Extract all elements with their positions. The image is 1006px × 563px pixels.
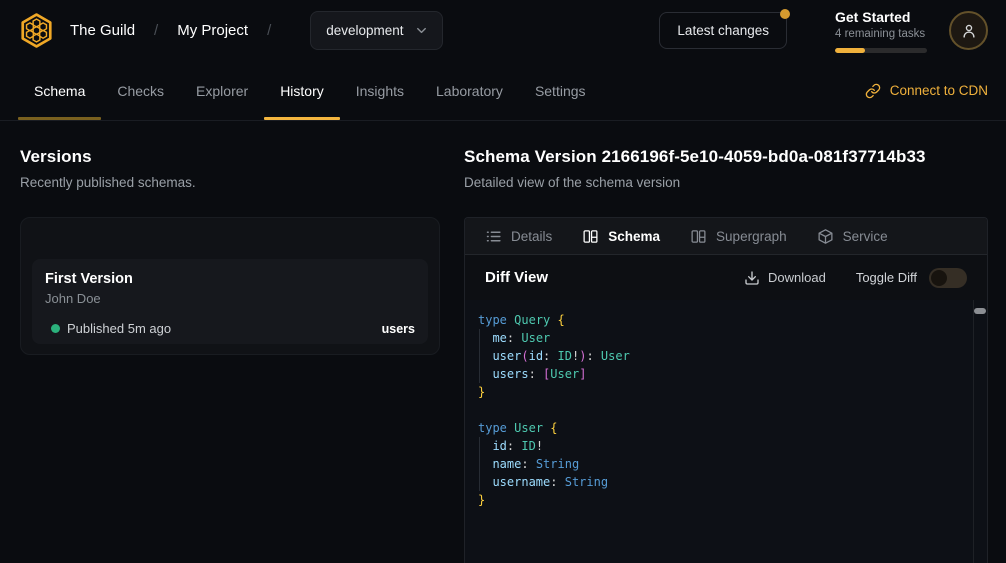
versions-title: Versions <box>20 147 440 167</box>
main-content: Versions Recently published schemas. Fir… <box>0 121 1006 563</box>
detail-tab-schema[interactable]: Schema <box>582 228 660 245</box>
target-selector-value: development <box>326 23 403 38</box>
scrollbar-track[interactable] <box>973 300 987 563</box>
detail-tabs: Details Schema Supergraph <box>465 218 987 255</box>
get-started-progressbar <box>835 48 927 53</box>
toggle-diff-control: Toggle Diff <box>856 268 967 288</box>
version-detail-subtitle: Detailed view of the schema version <box>464 175 988 190</box>
toggle-diff-switch[interactable] <box>929 268 967 288</box>
progress-fill <box>835 48 865 53</box>
nav-tabs: Schema Checks Explorer History Insights … <box>18 61 602 120</box>
detail-tab-details[interactable]: Details <box>485 228 552 245</box>
code-line: type Query { <box>478 311 971 329</box>
breadcrumb-separator: / <box>267 22 271 39</box>
cube-icon <box>817 228 834 245</box>
version-list-item[interactable]: First Version John Doe Published 5m ago … <box>32 259 428 344</box>
code-block: type Query { me: User user(id: ID!): Use… <box>478 311 971 509</box>
notification-dot <box>780 9 790 19</box>
hive-logo-icon[interactable] <box>18 12 55 49</box>
connect-to-cdn-label: Connect to CDN <box>890 83 988 98</box>
get-started-title: Get Started <box>835 9 927 25</box>
code-line: username: String <box>478 473 971 491</box>
connect-to-cdn-button[interactable]: Connect to CDN <box>865 61 988 120</box>
code-line: name: String <box>478 455 971 473</box>
detail-tab-supergraph[interactable]: Supergraph <box>690 228 787 245</box>
toggle-diff-label: Toggle Diff <box>856 270 917 285</box>
chevron-down-icon <box>414 23 429 38</box>
download-icon <box>744 270 760 286</box>
get-started-subtitle: 4 remaining tasks <box>835 28 927 40</box>
nav-tab-history[interactable]: History <box>264 61 340 120</box>
code-line: user(id: ID!): User <box>478 347 971 365</box>
nav-tab-schema[interactable]: Schema <box>18 61 101 120</box>
user-menu-button[interactable] <box>949 11 988 50</box>
breadcrumb-separator: / <box>154 22 158 39</box>
code-line: } <box>478 383 971 401</box>
version-name: First Version <box>45 271 415 287</box>
nav-tab-insights[interactable]: Insights <box>340 61 420 120</box>
app-header: The Guild / My Project / development Lat… <box>0 0 1006 61</box>
get-started-widget[interactable]: Get Started 4 remaining tasks <box>835 9 927 53</box>
version-detail-panel: Details Schema Supergraph <box>464 217 988 563</box>
tab-underline <box>264 117 340 120</box>
scrollbar-thumb[interactable] <box>974 308 986 314</box>
toggle-knob <box>931 270 947 286</box>
diff-view-title: Diff View <box>485 269 744 286</box>
version-detail-column: Schema Version 2166196f-5e10-4059-bd0a-0… <box>464 147 988 563</box>
latest-changes-button[interactable]: Latest changes <box>659 12 787 49</box>
tab-underline <box>18 117 101 120</box>
user-icon <box>960 22 978 40</box>
code-line: } <box>478 491 971 509</box>
published-status-dot <box>51 324 60 333</box>
versions-card: First Version John Doe Published 5m ago … <box>20 217 440 355</box>
list-icon <box>485 228 502 245</box>
published-status-text: Published 5m ago <box>67 321 382 336</box>
versions-subtitle: Recently published schemas. <box>20 175 440 190</box>
code-line: users: [User] <box>478 365 971 383</box>
version-meta-row: Published 5m ago users <box>45 321 415 336</box>
code-line: id: ID! <box>478 437 971 455</box>
nav-tab-laboratory[interactable]: Laboratory <box>420 61 519 120</box>
breadcrumb-org[interactable]: The Guild <box>70 22 135 39</box>
link-icon <box>865 83 881 99</box>
code-line: me: User <box>478 329 971 347</box>
download-label: Download <box>768 270 826 285</box>
columns-icon <box>582 228 599 245</box>
nav-tab-settings[interactable]: Settings <box>519 61 602 120</box>
schema-code-viewer: type Query { me: User user(id: ID!): Use… <box>465 300 987 563</box>
latest-changes-label: Latest changes <box>677 23 769 38</box>
breadcrumb-project[interactable]: My Project <box>177 22 248 39</box>
target-selector[interactable]: development <box>310 11 442 50</box>
code-line: type User { <box>478 419 971 437</box>
target-nav: Schema Checks Explorer History Insights … <box>0 61 1006 121</box>
detail-tab-service[interactable]: Service <box>817 228 888 245</box>
version-author: John Doe <box>45 291 415 306</box>
version-detail-title: Schema Version 2166196f-5e10-4059-bd0a-0… <box>464 147 988 167</box>
columns-icon <box>690 228 707 245</box>
download-button[interactable]: Download <box>744 270 826 286</box>
nav-tab-explorer[interactable]: Explorer <box>180 61 264 120</box>
diff-toolbar: Diff View Download Toggle Diff <box>465 255 987 300</box>
versions-column: Versions Recently published schemas. Fir… <box>20 147 440 563</box>
nav-tab-checks[interactable]: Checks <box>101 61 180 120</box>
code-line <box>478 401 971 419</box>
service-name-badge: users <box>382 322 415 336</box>
